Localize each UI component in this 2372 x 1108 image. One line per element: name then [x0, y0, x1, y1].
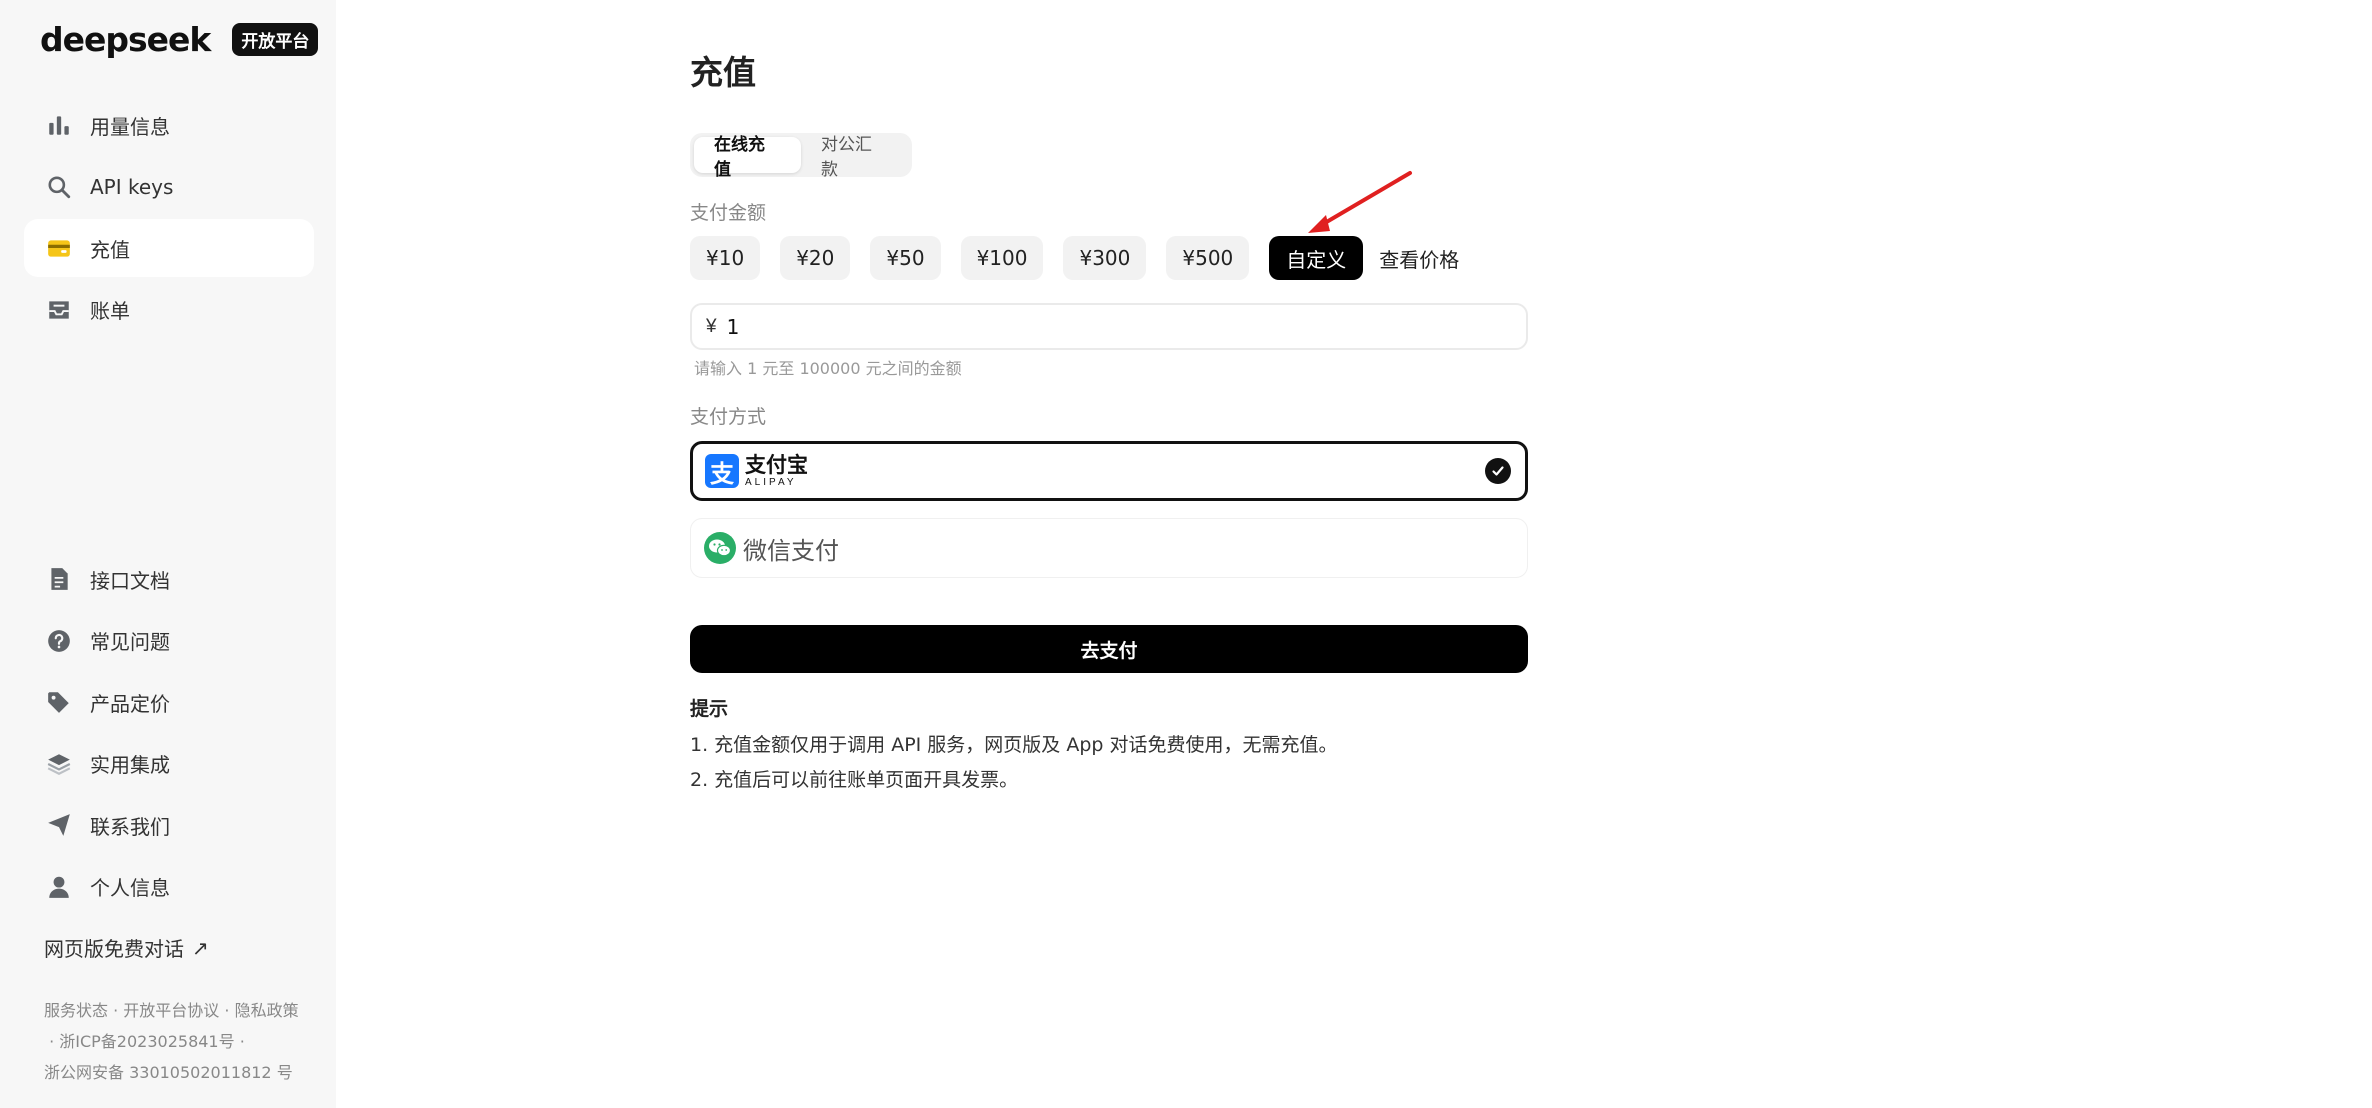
- logo[interactable]: deepseek 开放平台: [40, 20, 319, 59]
- amount-hint: 请输入 1 元至 100000 元之间的金额: [694, 359, 962, 378]
- external-arrow-icon: ↗: [192, 935, 209, 960]
- layers-icon: [46, 751, 72, 777]
- sidebar-item-label: 产品定价: [90, 691, 170, 716]
- web-chat-label: 网页版免费对话: [44, 937, 184, 961]
- payment-option-wechat[interactable]: 微信支付: [690, 518, 1528, 578]
- tag-icon: [46, 689, 72, 715]
- wechat-name: 微信支付: [743, 536, 839, 565]
- sidebar-item-profile[interactable]: 个人信息: [24, 858, 314, 916]
- send-icon: [46, 812, 72, 838]
- amount-option-10[interactable]: ¥10: [690, 236, 761, 280]
- question-icon: [46, 628, 72, 654]
- tip-item: 2. 充值后可以前往账单页面开具发票。: [690, 769, 1019, 791]
- amount-option-500[interactable]: ¥500: [1166, 236, 1250, 280]
- recharge-mode-tabs: 在线充值 对公汇款: [690, 133, 912, 180]
- sidebar-item-label: API keys: [90, 174, 174, 199]
- amount-input-wrapper: ¥: [690, 303, 1528, 350]
- wechat-logo: 微信支付: [703, 531, 839, 566]
- view-price-link[interactable]: 查看价格: [1379, 244, 1459, 273]
- wechat-icon: [704, 532, 736, 564]
- amount-input[interactable]: [726, 314, 1427, 339]
- amount-option-100[interactable]: ¥100: [960, 236, 1044, 280]
- annotation-arrow-icon: [1308, 171, 1412, 233]
- alipay-name-en: ALIPAY: [745, 476, 797, 488]
- user-icon: [46, 874, 72, 900]
- sidebar-item-label: 充值: [90, 237, 130, 262]
- sidebar-nav-bottom: 接口文档 常见问题 产品定价 实用集成 联系我们 个人信息: [24, 550, 314, 919]
- alipay-name: 支付宝: [745, 453, 808, 477]
- sidebar-item-usage[interactable]: 用量信息: [24, 96, 314, 154]
- logo-text: deepseek: [40, 20, 211, 59]
- check-icon: [1485, 458, 1511, 484]
- tab-online-recharge[interactable]: 在线充值: [694, 135, 801, 180]
- sidebar-item-label: 实用集成: [90, 753, 170, 777]
- sidebar-item-api-keys[interactable]: API keys: [24, 158, 314, 216]
- sidebar-item-label: 账单: [90, 299, 130, 323]
- page-title: 充值: [690, 53, 756, 92]
- amount-option-300[interactable]: ¥300: [1063, 236, 1147, 280]
- amount-option-custom[interactable]: 自定义: [1269, 236, 1364, 280]
- document-icon: [46, 566, 72, 592]
- pay-button[interactable]: 去支付: [690, 625, 1528, 673]
- amount-option-50[interactable]: ¥50: [870, 236, 941, 280]
- sidebar: deepseek 开放平台 用量信息 API keys 充值 账单 接口文档 常…: [0, 0, 336, 1108]
- alipay-icon: 支: [705, 454, 739, 488]
- sidebar-item-label: 个人信息: [90, 876, 170, 900]
- sidebar-nav-top: 用量信息 API keys 充值 账单: [24, 96, 314, 342]
- sidebar-footer: 服务状态 · 开放平台协议 · 隐私政策 · 浙ICP备2023025841号 …: [44, 1001, 299, 1082]
- amount-options: ¥10 ¥20 ¥50 ¥100 ¥300 ¥500 自定义 查看价格: [690, 236, 1459, 280]
- tip-item: 1. 充值金额仅用于调用 API 服务，网页版及 App 对话免费使用，无需充值…: [690, 734, 1338, 756]
- privacy-link[interactable]: 隐私政策: [235, 1001, 299, 1020]
- amount-label: 支付金额: [690, 202, 767, 224]
- service-status-link[interactable]: 服务状态: [44, 1001, 108, 1020]
- inbox-icon: [46, 297, 72, 323]
- currency-symbol: ¥: [706, 315, 717, 337]
- logo-badge: 开放平台: [232, 23, 319, 56]
- sidebar-item-docs[interactable]: 接口文档: [24, 550, 314, 608]
- bar-chart-icon: [46, 112, 72, 138]
- sidebar-item-label: 常见问题: [90, 630, 170, 654]
- sidebar-item-faq[interactable]: 常见问题: [24, 612, 314, 670]
- sidebar-item-label: 接口文档: [90, 568, 170, 593]
- payment-option-alipay[interactable]: 支 支付宝 ALIPAY: [690, 441, 1528, 501]
- police-link[interactable]: 浙公网安备 33010502011812 号: [44, 1063, 293, 1082]
- amount-option-20[interactable]: ¥20: [780, 236, 851, 280]
- payment-method-label: 支付方式: [690, 406, 767, 428]
- alipay-logo: 支 支付宝 ALIPAY: [705, 454, 808, 488]
- sidebar-item-contact[interactable]: 联系我们: [24, 796, 314, 854]
- sidebar-item-label: 用量信息: [90, 114, 170, 139]
- search-icon: [46, 174, 72, 200]
- tab-corporate-transfer[interactable]: 对公汇款: [801, 135, 908, 180]
- sidebar-item-label: 联系我们: [90, 814, 170, 839]
- sidebar-item-integrations[interactable]: 实用集成: [24, 735, 314, 793]
- web-chat-link[interactable]: 网页版免费对话 ↗: [44, 933, 209, 962]
- agreement-link[interactable]: 开放平台协议: [123, 1001, 219, 1020]
- tips-title: 提示: [690, 698, 729, 720]
- sidebar-item-bills[interactable]: 账单: [24, 281, 314, 339]
- icp-link[interactable]: 浙ICP备2023025841号: [59, 1032, 234, 1051]
- sidebar-item-pricing[interactable]: 产品定价: [24, 673, 314, 731]
- wallet-icon: [46, 235, 72, 261]
- sidebar-item-recharge[interactable]: 充值: [24, 219, 314, 277]
